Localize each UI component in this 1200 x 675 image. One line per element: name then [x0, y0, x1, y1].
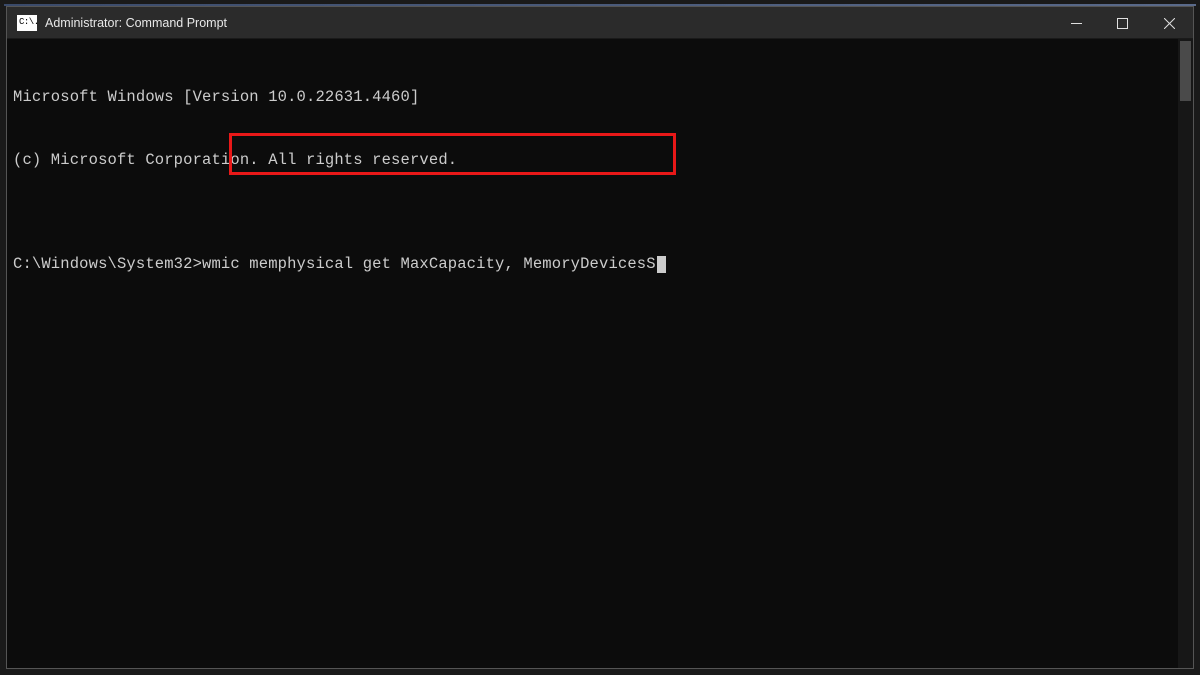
titlebar[interactable]: C:\. Administrator: Command Prompt — [7, 7, 1193, 39]
close-icon — [1164, 18, 1175, 29]
minimize-button[interactable] — [1053, 7, 1099, 39]
window-controls — [1053, 7, 1193, 38]
command-text: memphysical get MaxCapacity, MemoryDevic… — [249, 254, 655, 275]
scrollbar-thumb[interactable] — [1180, 41, 1191, 101]
text-cursor — [657, 256, 666, 273]
prompt-line: C:\Windows\System32>wmic memphysical get… — [13, 254, 1193, 275]
maximize-icon — [1117, 18, 1128, 29]
cmd-icon-text: C:\. — [19, 18, 39, 27]
maximize-button[interactable] — [1099, 7, 1145, 39]
close-button[interactable] — [1145, 7, 1193, 39]
terminal-output[interactable]: Microsoft Windows [Version 10.0.22631.44… — [7, 39, 1193, 668]
command-prefix: wmic — [202, 254, 249, 275]
prompt-path: C:\Windows\System32> — [13, 254, 202, 275]
minimize-icon — [1071, 18, 1082, 29]
scrollbar-track[interactable] — [1178, 39, 1193, 668]
cmd-icon: C:\. — [17, 15, 37, 31]
window-title: Administrator: Command Prompt — [45, 16, 227, 30]
command-prompt-window: C:\. Administrator: Command Prompt Micro… — [6, 6, 1194, 669]
version-line: Microsoft Windows [Version 10.0.22631.44… — [13, 87, 1193, 108]
copyright-line: (c) Microsoft Corporation. All rights re… — [13, 150, 1193, 171]
